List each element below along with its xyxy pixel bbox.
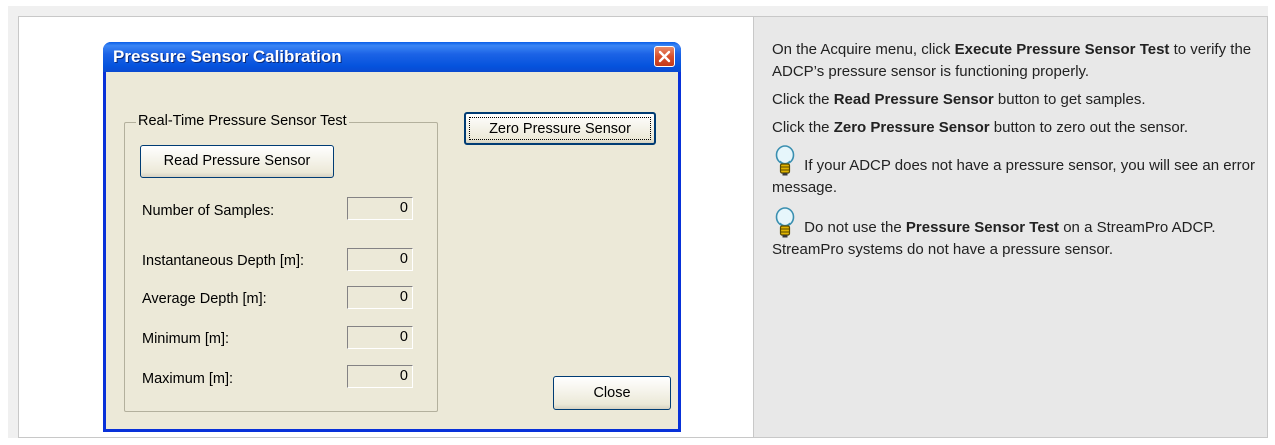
help-paragraph-read: Click the Read Pressure Sensor button to… bbox=[772, 89, 1255, 111]
instantaneous-depth-field: 0 bbox=[347, 248, 413, 271]
help-text: button to get samples. bbox=[993, 91, 1146, 108]
field-label-maximum: Maximum [m]: bbox=[142, 371, 234, 387]
execute-test-menu-item: Execute Pressure Sensor Test bbox=[954, 41, 1170, 58]
help-paragraph-execute: On the Acquire menu, click Execute Press… bbox=[772, 39, 1255, 83]
zero-sensor-term: Zero Pressure Sensor bbox=[833, 119, 990, 136]
maximum-field: 0 bbox=[347, 365, 413, 388]
read-sensor-term: Read Pressure Sensor bbox=[833, 91, 994, 108]
close-button-label: Close bbox=[593, 385, 631, 401]
field-label-instantaneous-depth: Instantaneous Depth [m]: bbox=[142, 253, 305, 269]
minimum-field: 0 bbox=[347, 326, 413, 349]
help-text: Click the bbox=[772, 91, 834, 108]
close-button[interactable]: Close bbox=[553, 376, 671, 410]
help-text-cell: On the Acquire menu, click Execute Press… bbox=[754, 16, 1268, 438]
tip-text: Do not use the bbox=[800, 219, 906, 236]
zero-pressure-sensor-button[interactable]: Zero Pressure Sensor bbox=[464, 112, 656, 145]
dialog-title: Pressure Sensor Calibration bbox=[113, 47, 342, 66]
close-icon[interactable] bbox=[654, 46, 675, 67]
lightbulb-icon bbox=[775, 207, 795, 238]
tip-no-pressure-sensor: If your ADCP does not have a pressure se… bbox=[772, 145, 1255, 199]
dialog-titlebar[interactable]: Pressure Sensor Calibration bbox=[103, 42, 681, 72]
pressure-test-term: Pressure Sensor Test bbox=[905, 219, 1060, 236]
content-table: Pressure Sensor Calibration Real-Time Pr… bbox=[8, 6, 1268, 438]
help-text: Click the bbox=[772, 119, 834, 136]
help-text: On the Acquire menu, click bbox=[772, 41, 955, 58]
read-button-label: Read Pressure Sensor bbox=[163, 153, 311, 169]
help-paragraph-zero: Click the Zero Pressure Sensor button to… bbox=[772, 117, 1255, 139]
tip-streampro: Do not use the Pressure Sensor Test on a… bbox=[772, 207, 1255, 261]
focus-ring bbox=[469, 117, 651, 140]
field-label-minimum: Minimum [m]: bbox=[142, 331, 229, 347]
lightbulb-icon bbox=[775, 145, 795, 176]
tip-text: If your ADCP does not have a pressure se… bbox=[772, 157, 1255, 196]
read-pressure-sensor-button[interactable]: Read Pressure Sensor bbox=[140, 145, 334, 178]
samples-field: 0 bbox=[347, 197, 413, 220]
groupbox-label: Real-Time Pressure Sensor Test bbox=[136, 113, 349, 129]
pressure-sensor-calibration-dialog: Pressure Sensor Calibration Real-Time Pr… bbox=[103, 42, 681, 432]
help-text: button to zero out the sensor. bbox=[989, 119, 1189, 136]
field-label-samples: Number of Samples: bbox=[142, 203, 275, 219]
average-depth-field: 0 bbox=[347, 286, 413, 309]
field-label-average-depth: Average Depth [m]: bbox=[142, 291, 267, 307]
screenshot-cell: Pressure Sensor Calibration Real-Time Pr… bbox=[18, 16, 754, 438]
